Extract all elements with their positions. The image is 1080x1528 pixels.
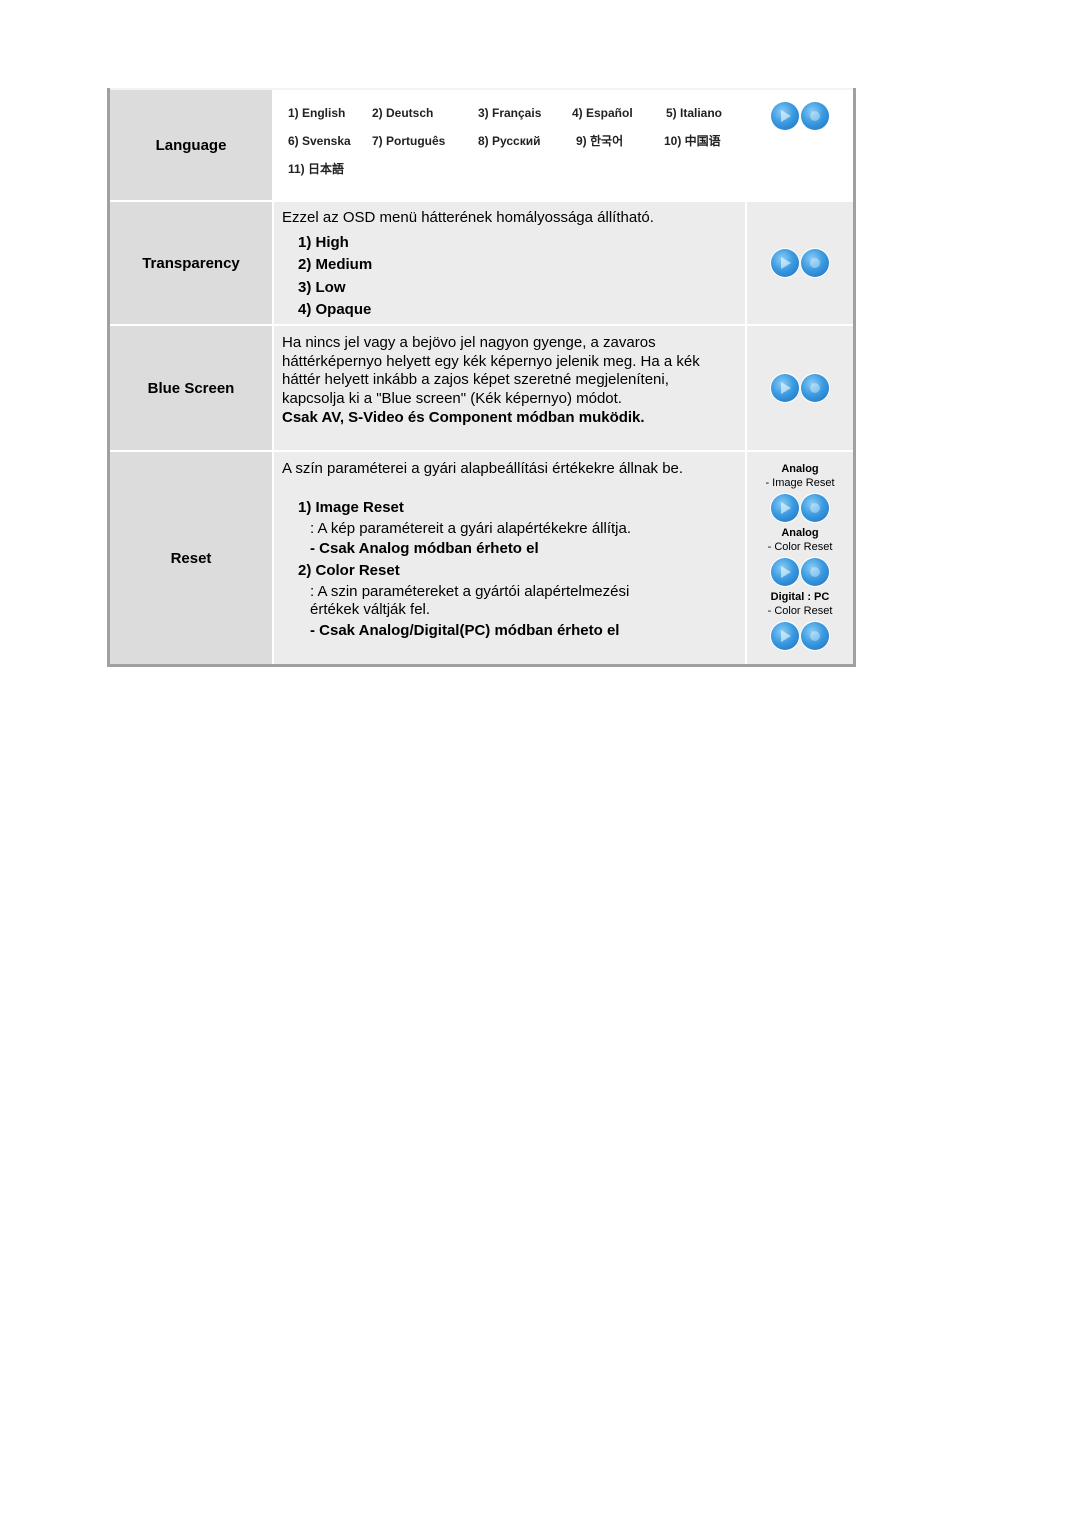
color-reset-text: : A szin paramétereket a gyártói alapért… <box>310 582 630 619</box>
language-option: 4) Español <box>572 106 633 120</box>
description-text: Ha nincs jel vagy a bejövo jel nagyon gy… <box>282 334 700 407</box>
enter-button-icon <box>801 494 829 522</box>
row-label: Blue Screen <box>110 326 274 450</box>
row-label: Language <box>110 90 274 200</box>
table-row-language: Language 1) English 2) Deutsch 3) França… <box>110 88 853 200</box>
language-list: 1) English 2) Deutsch 3) Français 4) Esp… <box>274 90 747 200</box>
language-option: 3) Français <box>478 106 542 120</box>
table-row-blue-screen: Blue Screen Ha nincs jel vagy a bejövo j… <box>110 324 853 450</box>
option-low: 3) Low <box>298 278 346 296</box>
play-button-icon <box>771 102 799 130</box>
language-option: 11) 日本語 <box>288 162 345 176</box>
enter-button-icon <box>801 249 829 277</box>
button-icons <box>747 202 853 324</box>
icon-group-mode: Digital : PC <box>770 591 830 603</box>
row-label: Reset <box>110 452 274 664</box>
enter-button-icon <box>800 558 829 586</box>
play-button-icon <box>771 374 799 402</box>
play-button-icon <box>770 558 799 586</box>
row-description: Ha nincs jel vagy a bejövo jel nagyon gy… <box>274 326 747 450</box>
icon-group-function: - Color Reset <box>767 541 833 553</box>
enter-button-icon <box>800 622 829 650</box>
language-option: 8) Pусский <box>478 134 541 148</box>
icon-group-analog-color-reset: Analog - Color Reset <box>767 526 833 586</box>
enter-button-icon <box>801 374 829 402</box>
color-reset-note: - Csak Analog/Digital(PC) módban érheto … <box>310 621 620 639</box>
table-row-reset: Reset A szín paraméterei a gyári alapbeá… <box>110 450 853 664</box>
row-description: A szín paraméterei a gyári alapbeállítás… <box>274 452 747 664</box>
language-option: 2) Deutsch <box>372 106 434 120</box>
language-line-3: 11) 日本語 <box>288 155 739 183</box>
language-option: 7) Português <box>372 134 446 148</box>
icon-group-analog-image-reset: Analog - Image Reset <box>765 462 835 522</box>
language-line-2: 6) Svenska 7) Português 8) Pусский 9) 한국… <box>288 127 739 155</box>
language-option: 10) 中国语 <box>664 134 721 148</box>
row-description: Ezzel az OSD menü hátterének homályosság… <box>274 202 747 324</box>
icon-group-digital-color-reset: Digital : PC - Color Reset <box>767 590 833 650</box>
icon-group-function: - Color Reset <box>767 605 833 617</box>
row-label: Transparency <box>110 202 274 324</box>
mode-note: Csak AV, S-Video és Component módban muk… <box>282 409 645 426</box>
icon-group-mode: Analog <box>781 527 819 539</box>
play-button-icon <box>771 494 799 522</box>
icon-group-function: - Image Reset <box>765 477 835 489</box>
image-reset-note: - Csak Analog módban érheto el <box>310 539 539 557</box>
table-row-transparency: Transparency Ezzel az OSD menü hátteréne… <box>110 200 853 324</box>
description-text: A szín paraméterei a gyári alapbeállítás… <box>282 460 684 477</box>
play-button-icon <box>771 249 799 277</box>
language-line-1: 1) English 2) Deutsch 3) Français 4) Esp… <box>288 99 739 127</box>
option-high: 1) High <box>298 233 349 251</box>
language-option: 6) Svenska <box>288 134 351 148</box>
image-reset-text: : A kép paramétereit a gyári alapértékek… <box>310 519 632 537</box>
button-icons <box>747 326 853 450</box>
option-opaque: 4) Opaque <box>298 301 372 318</box>
play-button-icon <box>770 622 799 650</box>
option-medium: 2) Medium <box>298 256 373 273</box>
osd-menu-table: Language 1) English 2) Deutsch 3) França… <box>107 88 856 667</box>
button-icons <box>747 90 853 200</box>
language-option: 1) English <box>288 106 346 120</box>
enter-button-icon <box>801 102 829 130</box>
description-text: Ezzel az OSD menü hátterének homályosság… <box>282 209 654 226</box>
button-icons: Analog - Image Reset Analog - Color Rese… <box>747 452 853 664</box>
language-option: 9) 한국어 <box>576 134 624 148</box>
image-reset-title: 1) Image Reset <box>298 498 404 516</box>
color-reset-title: 2) Color Reset <box>298 561 400 579</box>
language-option: 5) Italiano <box>666 106 723 120</box>
icon-group-mode: Analog <box>781 463 819 475</box>
